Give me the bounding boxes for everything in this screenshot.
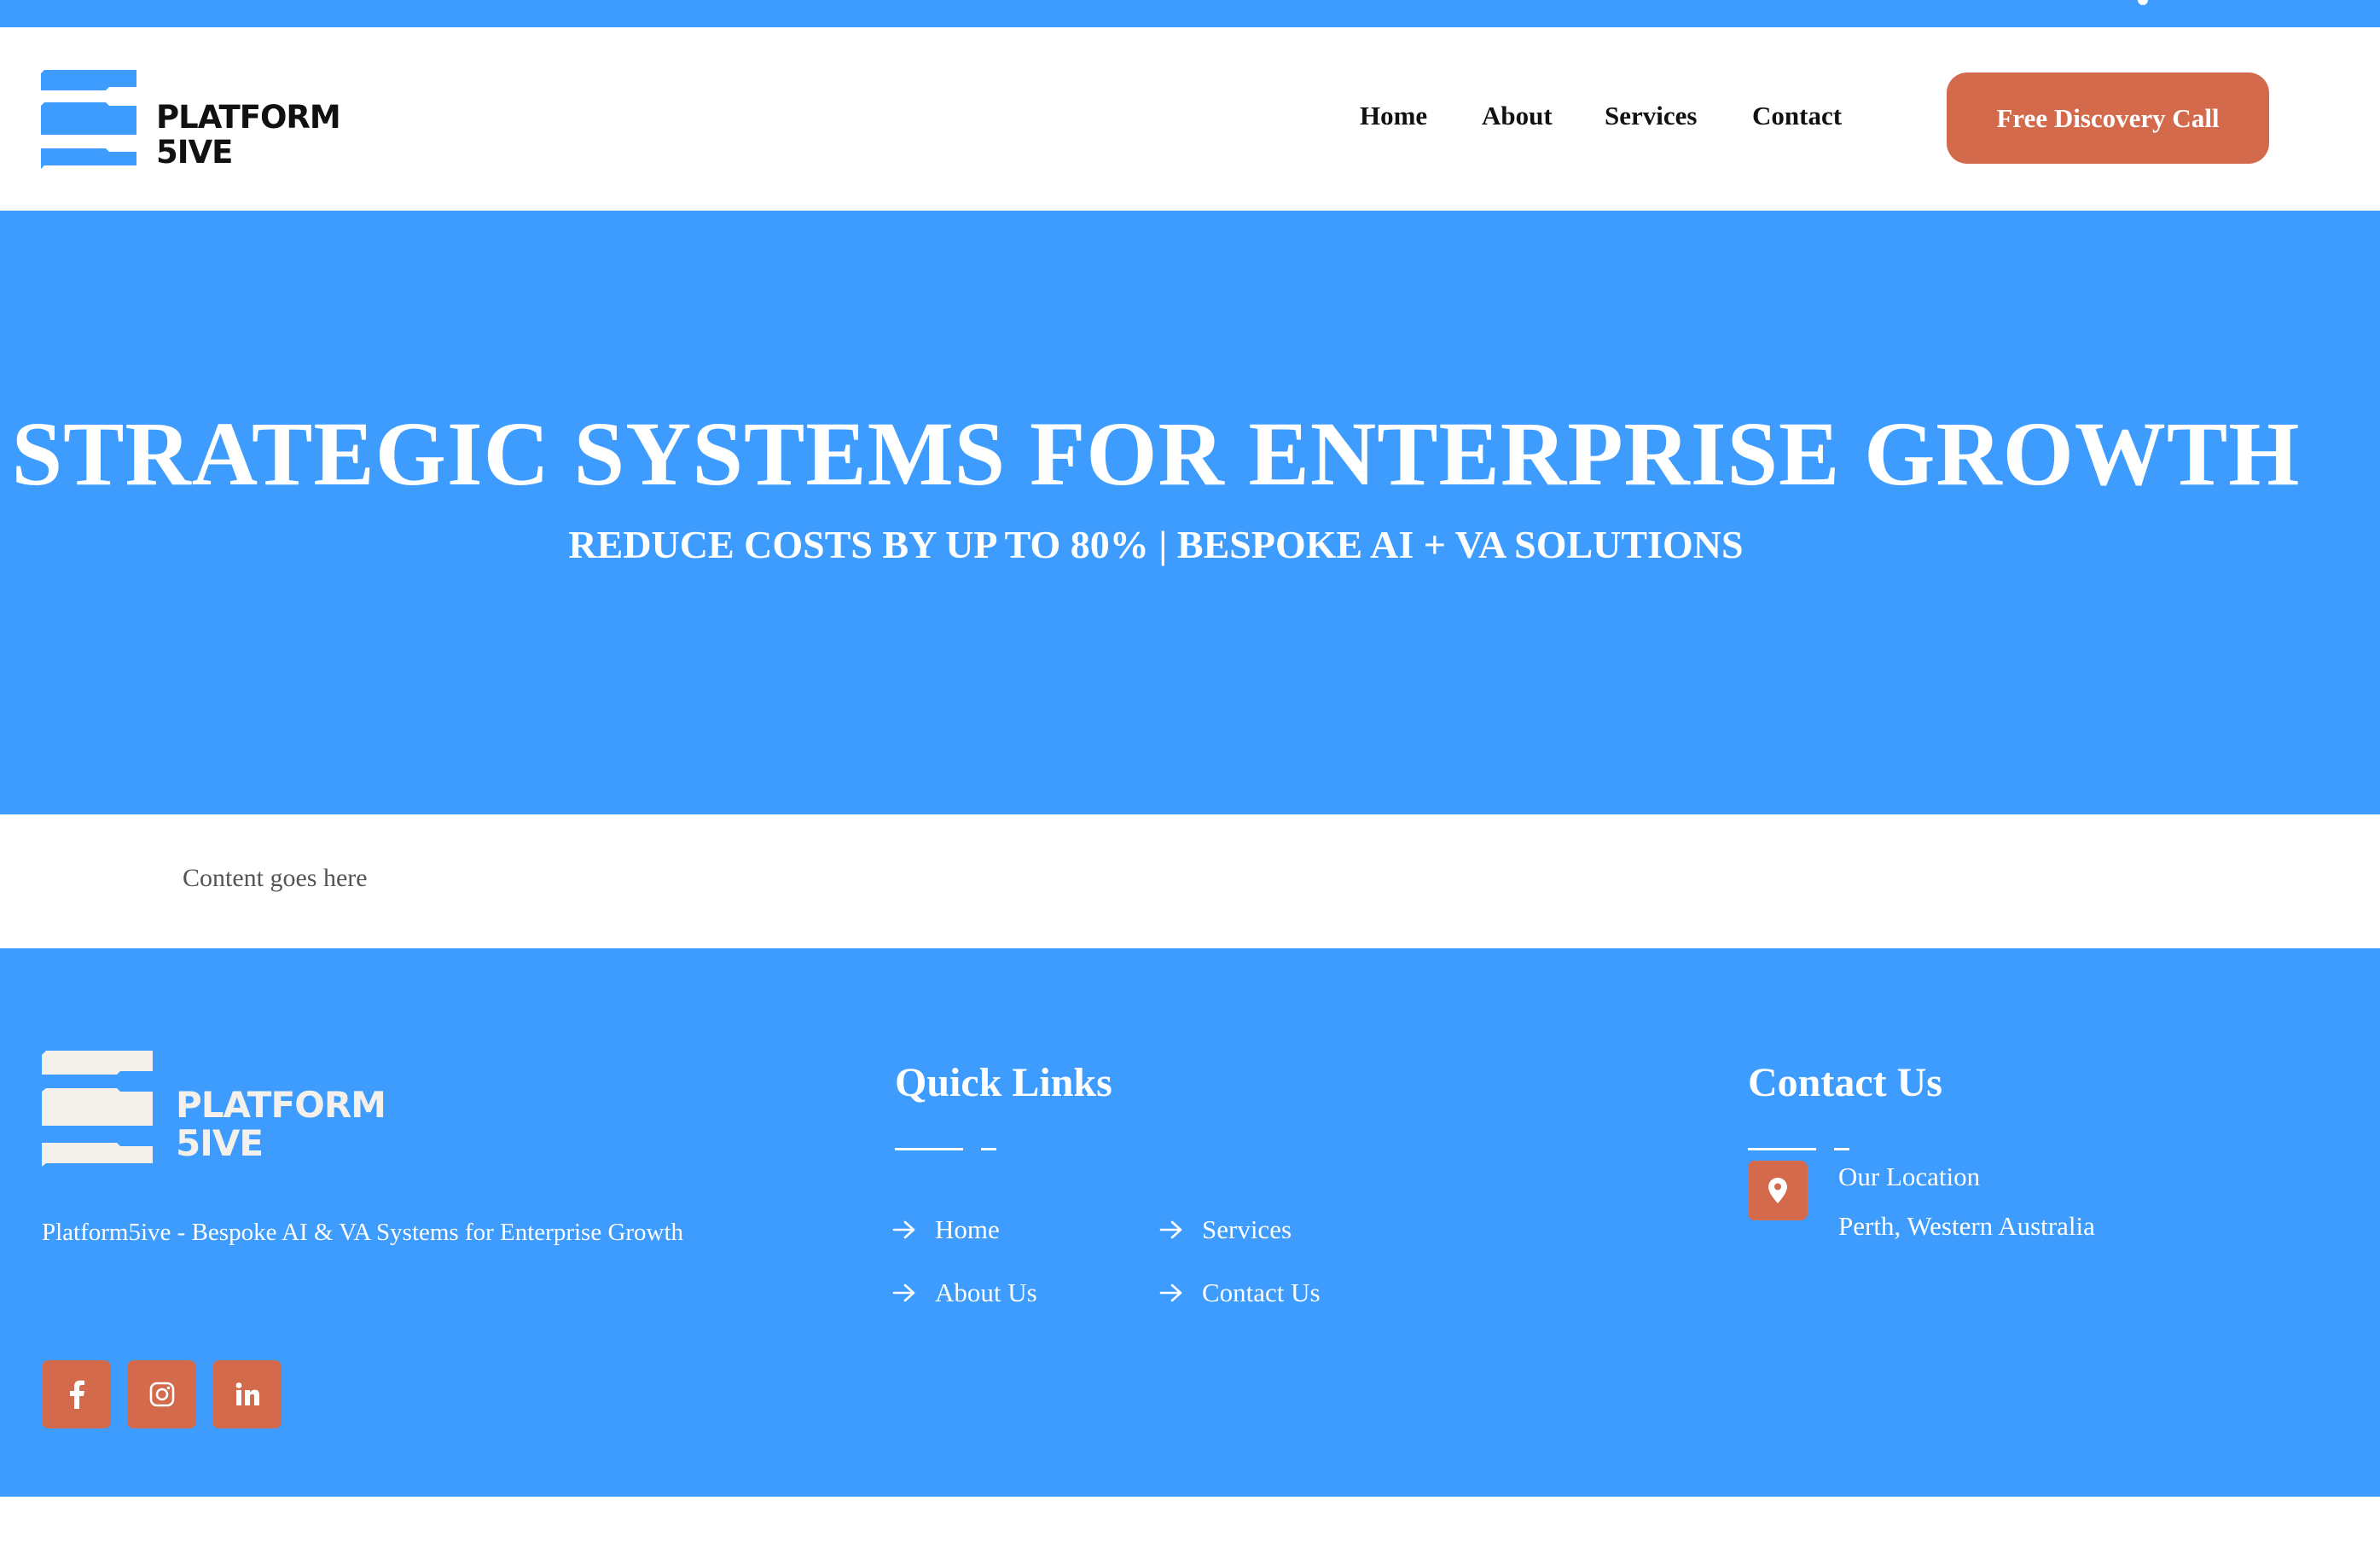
top-bar-icon [2138,0,2148,5]
site-footer: PLATFORM 5IVE Platform5ive - Bespoke AI … [0,948,2380,1497]
facebook-link[interactable] [42,1360,111,1428]
content-placeholder-text: Content goes here [183,864,368,892]
footer-logo-line-2: 5IVE [176,1122,264,1164]
arrow-right-icon [1159,1220,1182,1239]
footer-link-services[interactable]: Services [1159,1214,1292,1245]
footer-link-home[interactable]: Home [892,1214,1000,1245]
location-pin-badge [1748,1161,1808,1220]
platform5ive-footer-logo-icon [42,1051,153,1167]
footer-link-contact-us[interactable]: Contact Us [1159,1278,1321,1308]
facebook-icon [69,1380,84,1409]
linkedin-link[interactable] [212,1360,282,1428]
top-bar [0,0,2380,27]
footer-link-label: Services [1202,1214,1292,1244]
footer-link-label: Contact Us [1202,1278,1321,1307]
instagram-link[interactable] [127,1360,196,1428]
platform5ive-logo-icon [41,70,136,169]
hero-section: STRATEGIC SYSTEMS FOR ENTERPRISE GROWTH … [0,211,2380,814]
quick-links-underline [895,1148,963,1150]
content-section: Content goes here [0,814,2380,948]
contact-location-label: Our Location [1838,1162,1981,1191]
footer-logo-line-1: PLATFORM [176,1084,386,1126]
footer-logo[interactable]: PLATFORM 5IVE [42,1051,400,1167]
nav-services[interactable]: Services [1605,101,1697,131]
contact-us-underline [1748,1148,1816,1150]
arrow-right-icon [1159,1283,1182,1302]
nav-contact[interactable]: Contact [1752,101,1842,131]
site-header: PLATFORM 5IVE Home About Services Contac… [0,27,2380,211]
location-pin-icon [1768,1178,1787,1203]
quick-links-heading: Quick Links [895,1060,1112,1105]
contact-location-value: Perth, Western Australia [1838,1211,2095,1241]
nav-home[interactable]: Home [1360,101,1427,131]
header-logo[interactable]: PLATFORM 5IVE [41,70,341,171]
contact-us-underline-dash [1834,1148,1849,1150]
footer-description: Platform5ive - Bespoke AI & VA Systems f… [42,1219,684,1246]
contact-us-heading: Contact Us [1748,1060,1942,1105]
hero-title: STRATEGIC SYSTEMS FOR ENTERPRISE GROWTH [11,404,2301,505]
free-discovery-call-button[interactable]: Free Discovery Call [1947,72,2269,164]
logo-line-2: 5IVE [156,134,233,171]
quick-links-underline-dash [981,1148,996,1150]
footer-link-label: About Us [935,1278,1037,1307]
footer-link-label: Home [935,1214,1000,1244]
hero-subtitle: REDUCE COSTS BY UP TO 80% | BESPOKE AI +… [568,523,1744,566]
arrow-right-icon [892,1283,915,1302]
nav-about[interactable]: About [1482,101,1553,131]
linkedin-icon [235,1382,259,1405]
arrow-right-icon [892,1220,915,1239]
instagram-icon [149,1382,174,1407]
footer-link-about-us[interactable]: About Us [892,1278,1037,1308]
logo-line-1: PLATFORM [156,99,341,136]
